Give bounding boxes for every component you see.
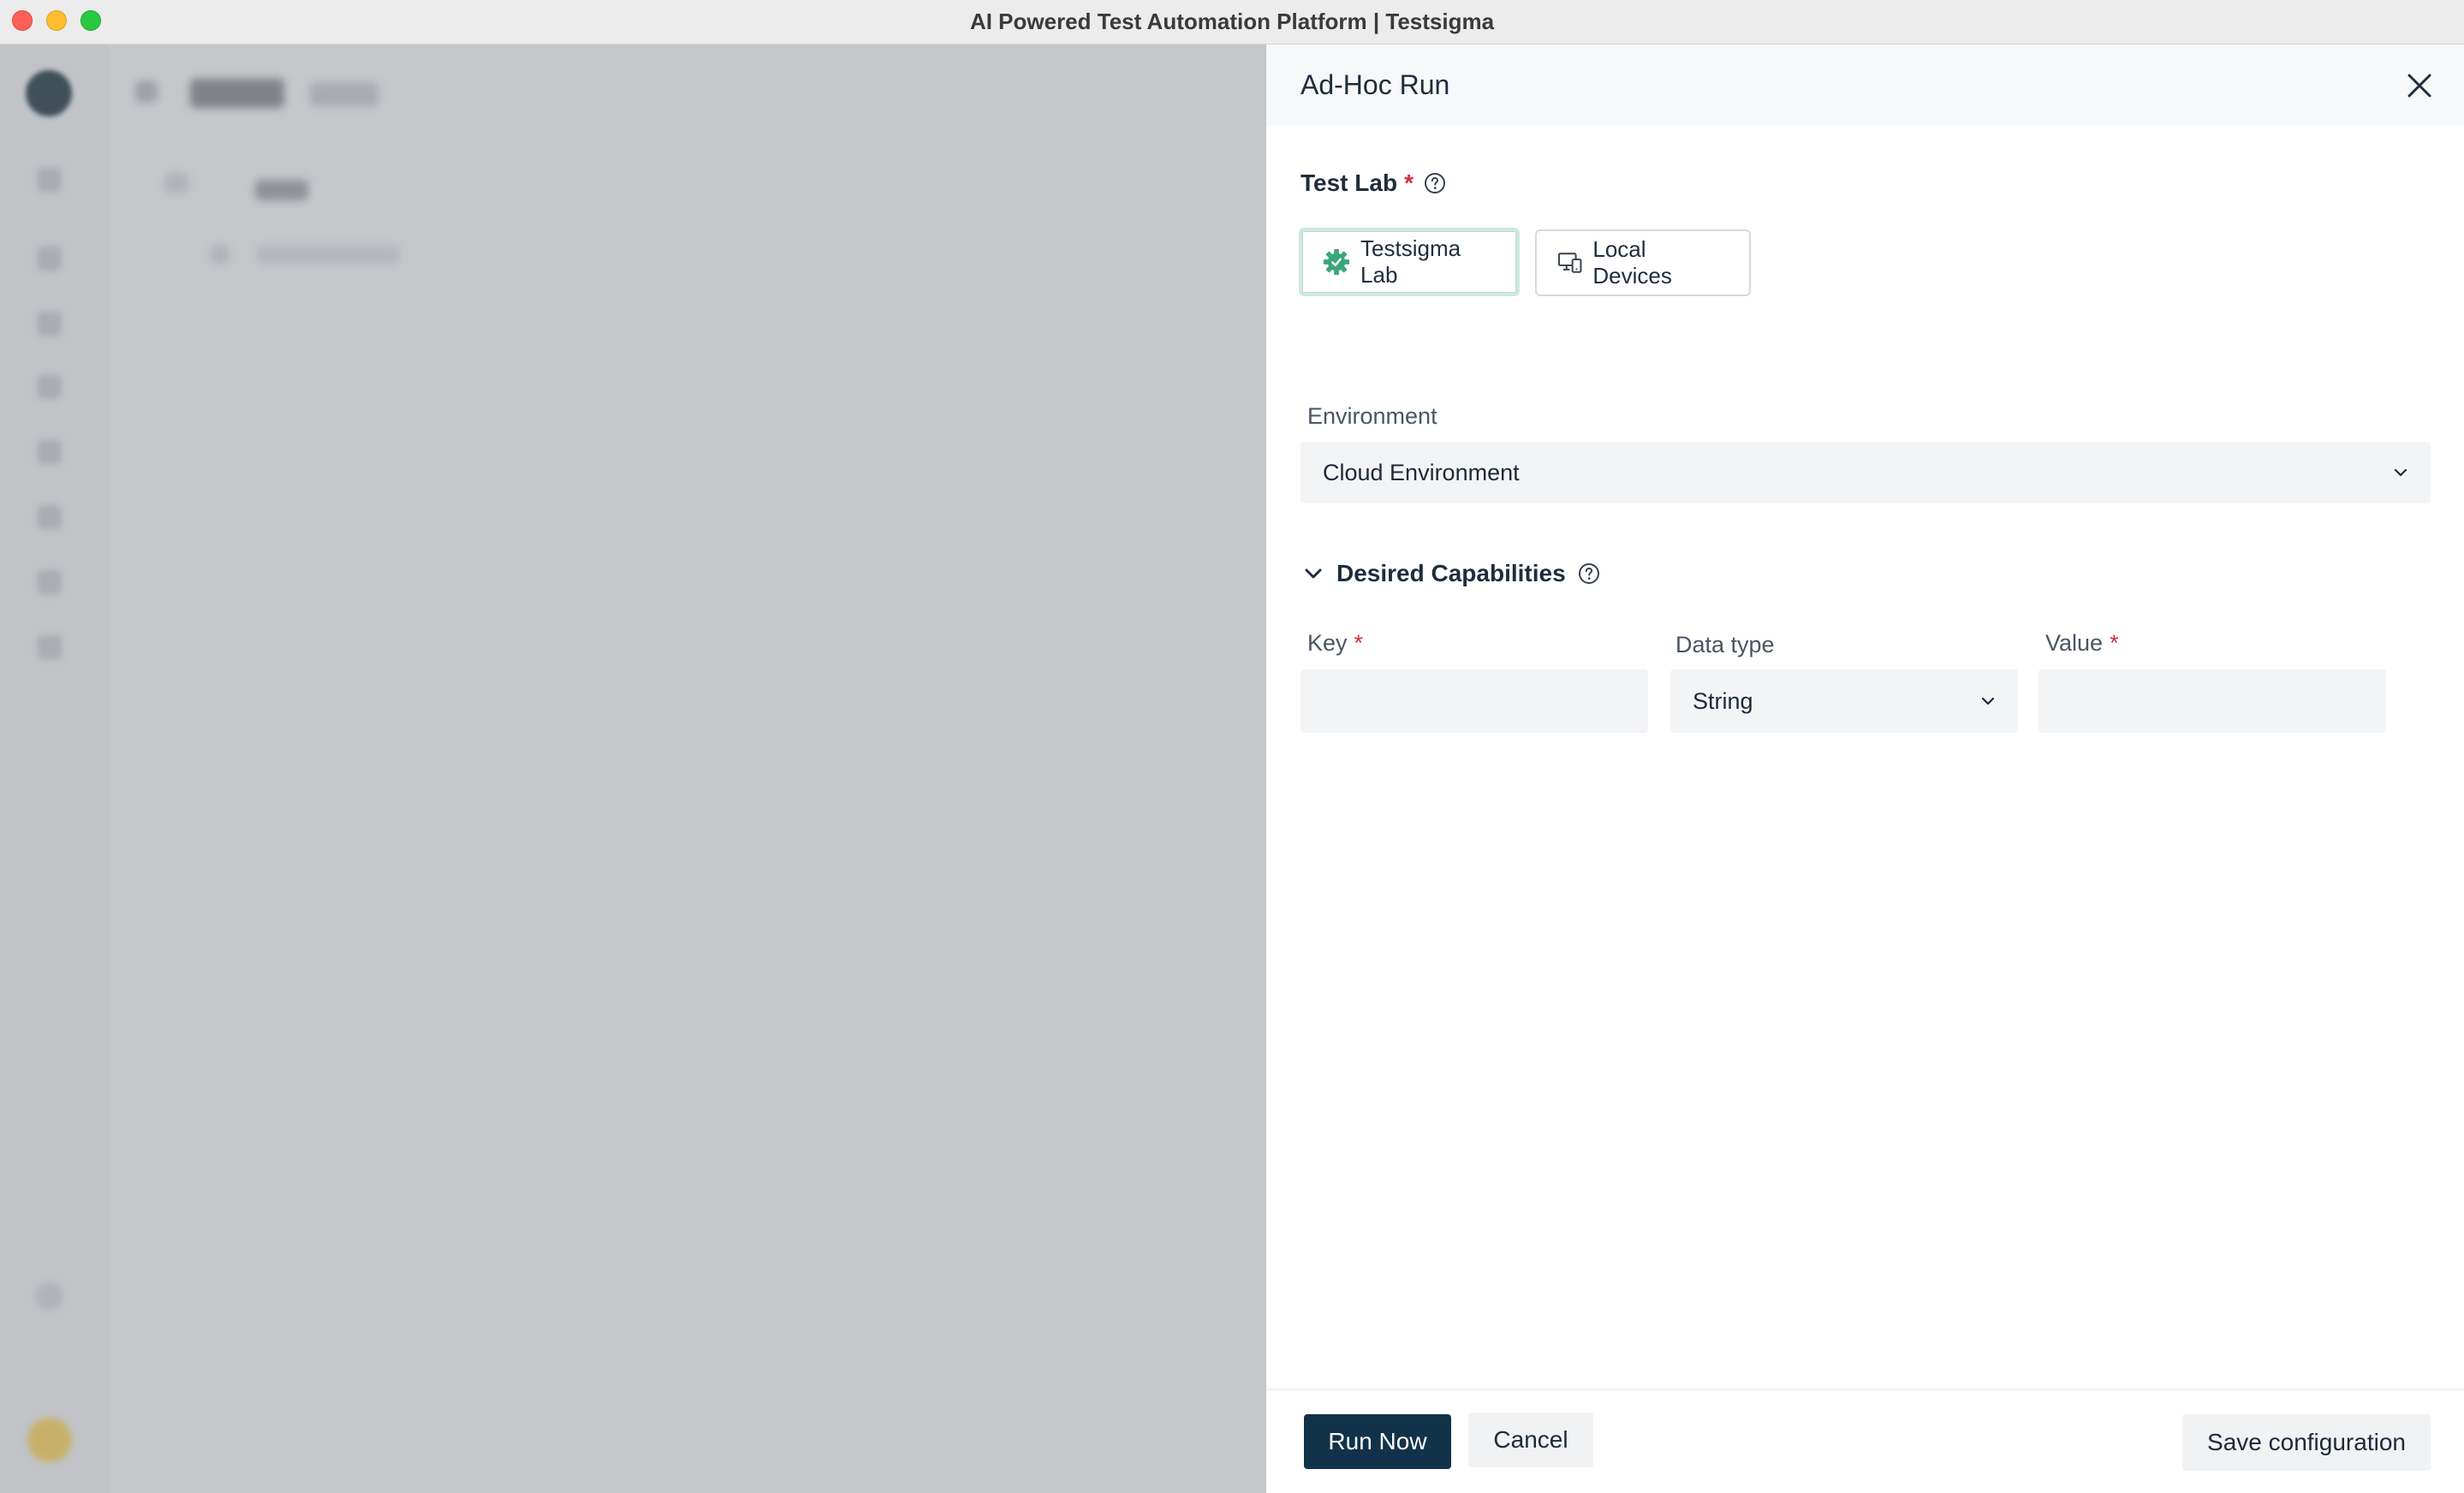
environment-label: Environment	[1307, 403, 1437, 429]
window-maximize-button[interactable]	[80, 10, 101, 31]
gear-icon	[1323, 248, 1350, 276]
window-minimize-button[interactable]	[46, 10, 67, 31]
devices-icon	[1557, 253, 1582, 273]
key-label-text: Key	[1307, 630, 1348, 656]
data-type-value: String	[1693, 687, 1753, 714]
desired-capabilities-label: Desired Capabilities	[1336, 560, 1566, 586]
window-controls	[12, 10, 101, 31]
chevron-down-icon	[1305, 568, 1322, 579]
environment-select[interactable]: Cloud Environment	[1300, 442, 2431, 503]
value-input[interactable]	[2038, 669, 2386, 733]
background-nav-icon	[38, 375, 62, 399]
background-logo	[26, 70, 72, 116]
background-add-step-text	[257, 245, 399, 264]
cancel-button[interactable]: Cancel	[1468, 1413, 1593, 1467]
background-help-icon	[36, 1282, 63, 1310]
help-icon[interactable]	[1578, 562, 1600, 585]
background-add-icon	[211, 245, 229, 264]
background-nav-icon	[38, 440, 62, 464]
background-back-icon	[135, 80, 158, 103]
value-label: Value *	[2045, 630, 2119, 657]
background-page-subtitle	[310, 82, 378, 106]
drawer-header: Ad-Hoc Run	[1266, 45, 2464, 126]
local-devices-label: Local Devices	[1592, 236, 1672, 288]
background-nav-icon	[38, 570, 62, 594]
background-user-avatar	[27, 1418, 72, 1462]
save-configuration-button[interactable]: Save configuration	[2182, 1414, 2431, 1471]
desired-capabilities-toggle[interactable]: Desired Capabilities	[1302, 560, 1600, 587]
close-drawer-button[interactable]	[2402, 68, 2437, 103]
key-label: Key *	[1307, 630, 1363, 657]
background-nav-icon	[38, 635, 62, 659]
background-nav-icon	[38, 312, 62, 336]
drawer-footer: Run Now Cancel Save configuration	[1266, 1389, 2464, 1493]
required-mark: *	[1354, 630, 1364, 656]
test-lab-label: Test Lab *	[1300, 170, 1446, 197]
value-label-text: Value	[2045, 630, 2104, 656]
run-now-button[interactable]: Run Now	[1304, 1414, 1451, 1469]
key-input[interactable]	[1300, 669, 1648, 733]
background-nav-icon	[38, 505, 62, 529]
environment-value: Cloud Environment	[1323, 459, 1520, 485]
background-overlay[interactable]	[0, 45, 1265, 1493]
chevron-down-icon	[2394, 468, 2407, 477]
required-mark: *	[1404, 170, 1414, 196]
background-page-title	[190, 79, 284, 108]
data-type-label: Data type	[1675, 632, 1775, 657]
background-nav-icon	[38, 168, 62, 192]
chevron-down-icon	[1981, 697, 1995, 705]
background-checkbox	[164, 173, 188, 193]
local-devices-option[interactable]: Local Devices	[1535, 229, 1751, 296]
window-titlebar: AI Powered Test Automation Platform | Te…	[0, 0, 2464, 45]
testsigma-lab-label: Testsigma Lab	[1360, 235, 1461, 288]
background-nav-icon	[38, 247, 62, 271]
help-icon[interactable]	[1424, 172, 1446, 194]
data-type-select[interactable]: String	[1670, 669, 2018, 733]
testsigma-lab-option[interactable]: Testsigma Lab	[1299, 228, 1520, 296]
test-lab-label-text: Test Lab	[1300, 170, 1398, 196]
background-step-text	[255, 180, 308, 200]
window-close-button[interactable]	[12, 10, 33, 31]
drawer-title: Ad-Hoc Run	[1300, 69, 1450, 100]
close-icon	[2407, 74, 2431, 98]
required-mark: *	[2110, 630, 2119, 656]
window-title: AI Powered Test Automation Platform | Te…	[969, 9, 1495, 34]
ad-hoc-run-drawer: Ad-Hoc Run Test Lab * Testsigma Lab Loca…	[1265, 45, 2464, 1493]
